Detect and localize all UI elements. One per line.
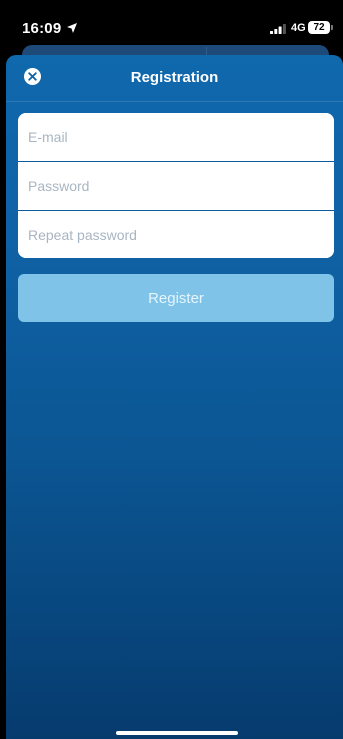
battery-tip xyxy=(331,25,333,30)
status-time: 16:09 xyxy=(22,20,62,37)
screen: 16:09 4G 72 Registration E-mail Register xyxy=(0,0,343,739)
status-bar: 16:09 4G 72 xyxy=(0,0,343,44)
password-field[interactable] xyxy=(18,162,334,210)
battery-icon: 72 xyxy=(308,21,330,34)
signal-bars-icon xyxy=(270,24,286,34)
email-field[interactable] xyxy=(18,113,334,161)
nav-bar: Registration xyxy=(6,55,343,102)
registration-sheet: Registration Register xyxy=(6,55,343,739)
repeat-password-field[interactable] xyxy=(18,211,334,258)
registration-form xyxy=(18,113,334,258)
location-arrow-icon xyxy=(67,23,77,33)
register-button[interactable]: Register xyxy=(18,274,334,322)
network-type: 4G xyxy=(291,22,306,34)
home-indicator[interactable] xyxy=(116,731,238,735)
page-title: Registration xyxy=(130,69,219,86)
